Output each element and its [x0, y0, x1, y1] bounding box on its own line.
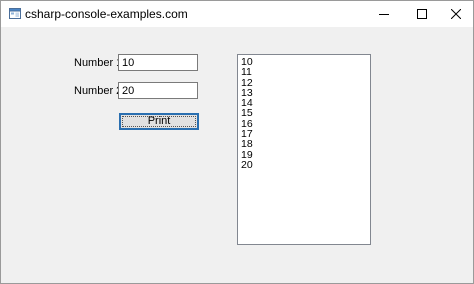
close-button[interactable] — [439, 1, 473, 27]
maximize-icon — [417, 9, 427, 19]
list-item[interactable]: 17 — [241, 129, 367, 140]
list-item[interactable]: 16 — [241, 118, 367, 129]
output-listbox[interactable]: 10 11 12 13 14 15 16 17 18 19 20 — [237, 54, 371, 245]
window-title: csharp-console-examples.com — [25, 7, 188, 21]
list-item[interactable]: 11 — [241, 67, 367, 78]
number1-label: Number 1 — [74, 57, 123, 69]
list-item[interactable]: 14 — [241, 98, 367, 109]
print-button-label: Print — [122, 116, 196, 127]
list-item[interactable]: 19 — [241, 149, 367, 160]
list-item[interactable]: 10 — [241, 57, 367, 68]
title-bar[interactable]: csharp-console-examples.com — [1, 1, 473, 27]
minimize-button[interactable] — [367, 1, 401, 27]
app-window: csharp-console-examples.com Number 1 Num… — [0, 0, 474, 284]
list-item[interactable]: 15 — [241, 108, 367, 119]
list-item[interactable]: 12 — [241, 77, 367, 88]
minimize-icon — [379, 14, 389, 15]
number2-input[interactable] — [118, 82, 198, 99]
window-app-icon — [9, 8, 21, 19]
list-item[interactable]: 20 — [241, 160, 367, 171]
close-icon — [451, 9, 461, 19]
number2-label: Number 2 — [74, 85, 123, 97]
number1-input[interactable] — [118, 54, 198, 71]
maximize-button[interactable] — [405, 1, 439, 27]
list-item[interactable]: 13 — [241, 87, 367, 98]
form-client-area: Number 1 Number 2 Print 1011121314151617… — [1, 27, 473, 283]
print-button[interactable]: Print — [119, 113, 199, 130]
list-item[interactable]: 18 — [241, 139, 367, 150]
